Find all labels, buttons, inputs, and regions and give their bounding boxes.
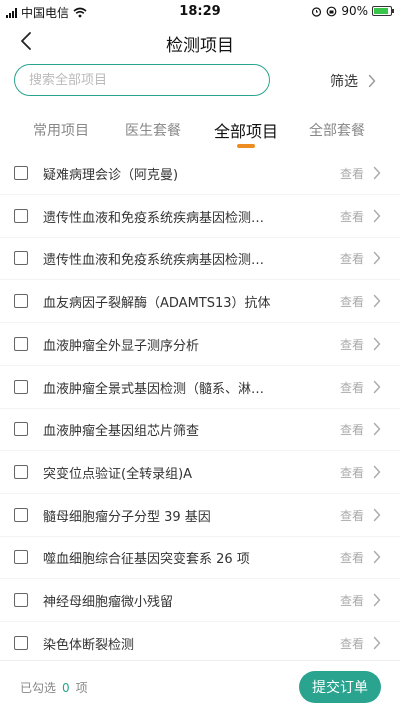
chevron-right-icon[interactable] [372,465,382,479]
search-input[interactable] [15,65,269,95]
list-item[interactable]: 噬血细胞综合征基因突变套系 26 项 查看 [0,536,400,580]
selected-suffix: 项 [75,681,88,695]
item-checkbox[interactable] [14,336,28,351]
tab-all-packages[interactable]: 全部套餐 [309,120,365,140]
list-item[interactable]: 血友病因子裂解酶（ADAMTS13）抗体 查看 [0,280,400,324]
status-right: 90% [311,4,394,18]
chevron-right-icon[interactable] [372,636,382,650]
item-view-link[interactable]: 查看 [340,592,364,609]
search-row: 筛选 [0,64,400,98]
selected-count: 0 [62,681,70,695]
chevron-right-icon[interactable] [372,251,382,265]
item-checkbox[interactable] [14,294,28,309]
battery-fill [374,8,388,14]
item-checkbox[interactable] [14,251,28,266]
nav-header: 检测项目 [0,24,400,60]
battery-percent: 90% [341,4,368,18]
rotation-lock-icon [326,6,337,16]
item-checkbox[interactable] [14,379,28,394]
chevron-right-icon[interactable] [372,337,382,351]
item-view-link[interactable]: 查看 [340,464,364,481]
tab-doctor-packages[interactable]: 医生套餐 [125,120,181,140]
item-checkbox[interactable] [14,593,28,607]
tab-all-items[interactable]: 全部项目 [214,118,278,142]
list-item[interactable]: 神经母细胞瘤微小残留 查看 [0,579,400,622]
list-item[interactable]: 血液肿瘤全基因组芯片筛查 查看 [0,408,400,452]
item-view-link[interactable]: 查看 [340,379,364,396]
item-checkbox[interactable] [14,464,28,479]
item-checkbox[interactable] [14,422,28,437]
filter-label: 筛选 [330,74,358,90]
list-item[interactable]: 染色体断裂检测 查看 [0,622,400,660]
chevron-right-icon [368,74,376,88]
item-view-link[interactable]: 查看 [340,250,364,267]
list-item[interactable]: 遗传性血液和免疫系统疾病基因检测… 查看 [0,237,400,281]
chevron-right-icon[interactable] [372,422,382,436]
list-item[interactable]: 髓母细胞瘤分子分型 39 基因 查看 [0,494,400,537]
status-bar: 中国电信 18:29 90% [0,0,400,24]
item-checkbox[interactable] [14,507,28,522]
item-view-link[interactable]: 查看 [340,336,364,353]
item-view-link[interactable]: 查看 [340,507,364,524]
chevron-right-icon[interactable] [372,380,382,394]
item-checkbox[interactable] [14,635,28,650]
item-checkbox[interactable] [14,550,28,565]
chevron-right-icon[interactable] [372,294,382,308]
item-name: 血液肿瘤全外显子测序分析 [43,338,200,354]
alarm-icon [312,6,322,17]
item-checkbox[interactable] [14,166,28,180]
chevron-right-icon[interactable] [372,508,382,522]
item-name: 遗传性血液和免疫系统疾病基因检测… [43,210,265,226]
selected-summary: 已勾选 0 项 [20,679,88,696]
item-name: 血液肿瘤全基因组芯片筛查 [43,424,200,440]
item-view-link[interactable]: 查看 [340,208,364,225]
item-name: 血友病因子裂解酶（ADAMTS13）抗体 [43,296,271,312]
item-name: 突变位点验证(全转录组)A [43,466,193,482]
search-box [14,64,270,96]
item-name: 噬血细胞综合征基因突变套系 26 项 [43,552,250,568]
item-name: 血液肿瘤全景式基因检测（髓系、淋… [43,381,265,397]
chevron-right-icon[interactable] [372,166,382,180]
item-checkbox[interactable] [14,208,28,223]
item-name: 神经母细胞瘤微小残留 [43,595,174,610]
tab-common-items[interactable]: 常用项目 [33,120,89,140]
bottom-bar: 已勾选 0 项 提交订单 [0,660,400,710]
list-item[interactable]: 突变位点验证(全转录组)A 查看 [0,451,400,494]
selected-prefix: 已勾选 [20,681,57,695]
item-view-link[interactable]: 查看 [340,165,364,182]
filter-button[interactable]: 筛选 [330,71,376,91]
submit-order-button[interactable]: 提交订单 [299,671,381,703]
page-title: 检测项目 [166,36,234,56]
test-item-list: 疑难病理会诊（阿克曼) 查看 遗传性血液和免疫系统疾病基因检测… 查看 遗传性血液和免疫… [0,152,400,660]
list-item[interactable]: 血液肿瘤全景式基因检测（髓系、淋… 查看 [0,366,400,409]
item-name: 遗传性血液和免疫系统疾病基因检测… [43,253,265,269]
item-name: 染色体断裂检测 [43,637,135,653]
chevron-right-icon[interactable] [372,593,382,607]
chevron-right-icon[interactable] [372,209,382,223]
list-item[interactable]: 血液肿瘤全外显子测序分析 查看 [0,323,400,366]
item-view-link[interactable]: 查看 [340,549,364,566]
list-item[interactable]: 遗传性血液和免疫系统疾病基因检测… 查看 [0,195,400,238]
battery-icon [372,6,394,16]
item-view-link[interactable]: 查看 [340,293,364,310]
list-item[interactable]: 疑难病理会诊（阿克曼) 查看 [0,152,400,195]
category-tabs: 常用项目 医生套餐 全部项目 全部套餐 [0,112,400,152]
item-view-link[interactable]: 查看 [340,635,364,652]
item-name: 疑难病理会诊（阿克曼) [43,168,179,183]
tab-indicator [237,144,255,148]
chevron-right-icon[interactable] [372,550,382,564]
item-name: 髓母细胞瘤分子分型 39 基因 [43,509,211,525]
item-view-link[interactable]: 查看 [340,421,364,438]
